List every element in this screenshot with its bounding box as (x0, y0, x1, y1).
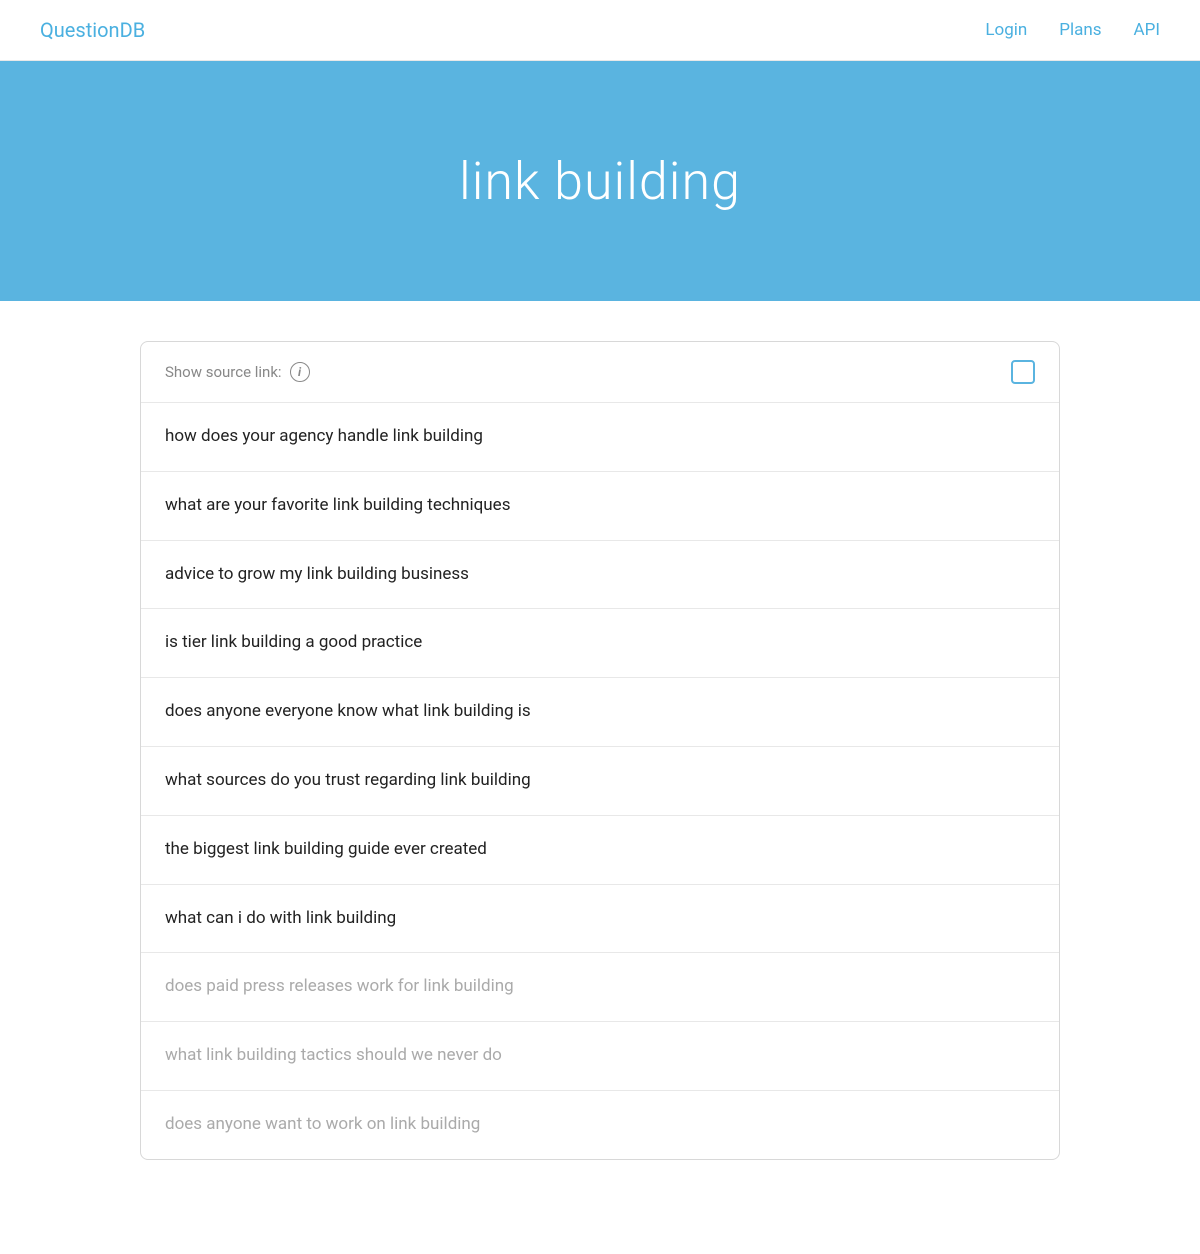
question-row[interactable]: what link building tactics should we nev… (141, 1022, 1059, 1091)
question-row[interactable]: what can i do with link building (141, 885, 1059, 954)
question-row[interactable]: the biggest link building guide ever cre… (141, 816, 1059, 885)
question-row[interactable]: how does your agency handle link buildin… (141, 403, 1059, 472)
results-card: Show source link: i how does your agency… (140, 341, 1060, 1160)
questions-list: how does your agency handle link buildin… (141, 403, 1059, 1159)
nav: Login Plans API (985, 20, 1160, 40)
logo[interactable]: QuestionDB (40, 18, 145, 42)
hero-section: link building (0, 61, 1200, 301)
question-row[interactable]: what sources do you trust regarding link… (141, 747, 1059, 816)
question-row[interactable]: what are your favorite link building tec… (141, 472, 1059, 541)
question-row[interactable]: does anyone want to work on link buildin… (141, 1091, 1059, 1159)
source-label-text: Show source link: (165, 363, 282, 381)
nav-api[interactable]: API (1134, 20, 1160, 40)
question-row[interactable]: does anyone everyone know what link buil… (141, 678, 1059, 747)
question-row[interactable]: advice to grow my link building business (141, 541, 1059, 610)
nav-login[interactable]: Login (985, 20, 1027, 40)
nav-plans[interactable]: Plans (1059, 20, 1101, 40)
source-label: Show source link: i (165, 362, 310, 382)
info-icon[interactable]: i (290, 362, 310, 382)
question-row[interactable]: does paid press releases work for link b… (141, 953, 1059, 1022)
header: QuestionDB Login Plans API (0, 0, 1200, 61)
source-row: Show source link: i (141, 342, 1059, 403)
question-row[interactable]: is tier link building a good practice (141, 609, 1059, 678)
hero-title: link building (459, 151, 741, 212)
main-content: Show source link: i how does your agency… (100, 301, 1100, 1200)
show-source-checkbox[interactable] (1011, 360, 1035, 384)
